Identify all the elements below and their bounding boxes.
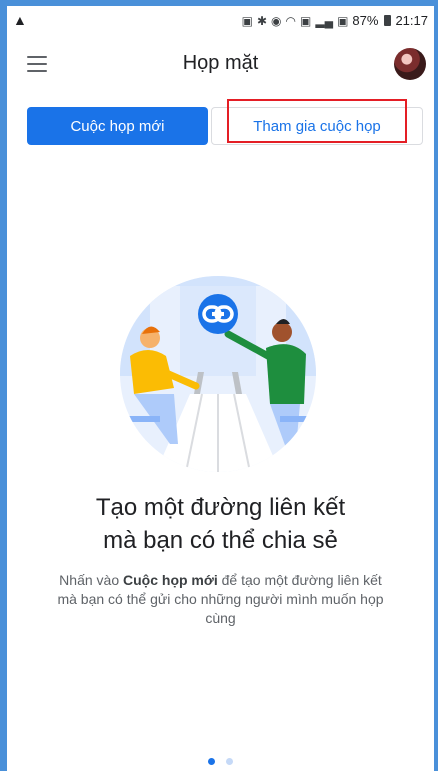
bluetooth-icon: ✱ [256, 13, 268, 28]
alarm-icon: ◉ [271, 13, 282, 28]
meeting-illustration [120, 276, 316, 472]
wifi-icon: ◠ [285, 13, 296, 28]
headline-line-1: Tạo một đường liên kết [95, 494, 346, 521]
page-title: Họp mặt [182, 52, 259, 74]
new-meeting-button[interactable]: Cuộc họp mới [27, 107, 208, 145]
page-indicator [7, 752, 434, 770]
signal-icon: ▂▄ [315, 13, 334, 28]
onboarding-headline: Tạo một đường liên kết mà bạn có thể chi… [27, 491, 414, 557]
avatar[interactable] [394, 48, 426, 80]
headline-line-2: mà bạn có thể chia sẻ [103, 527, 338, 554]
clock: 21:17 [395, 13, 428, 28]
warning-icon: ▲ [13, 12, 27, 28]
app-screen: ▲ ▣ ✱ ◉ ◠ ▣ ▂▄ ▣ 87% 21:17 Họp mặt Cuộc … [7, 6, 434, 771]
page-dot-1[interactable] [208, 758, 216, 765]
status-bar: ▲ ▣ ✱ ◉ ◠ ▣ ▂▄ ▣ 87% 21:17 [7, 6, 434, 36]
description-prefix: Nhấn vào [59, 572, 123, 588]
page-dot-2[interactable] [225, 758, 233, 765]
signal-2-icon: ▣ [337, 13, 349, 28]
onboarding-description: Nhấn vào Cuộc họp mới để tạo một đường l… [57, 571, 384, 628]
link-icon [198, 294, 238, 334]
battery-text: 87% [352, 13, 379, 28]
description-bold: Cuộc họp mới [123, 572, 218, 588]
data-icon: ▣ [300, 13, 312, 28]
battery-icon [384, 15, 392, 26]
app-bar: Họp mặt [7, 42, 434, 98]
status-icons: ▣ ✱ ◉ ◠ ▣ ▂▄ ▣ 87% 21:17 [242, 13, 428, 28]
join-meeting-button[interactable]: Tham gia cuộc họp [211, 107, 423, 145]
image-notification-icon: ▣ [241, 13, 253, 28]
